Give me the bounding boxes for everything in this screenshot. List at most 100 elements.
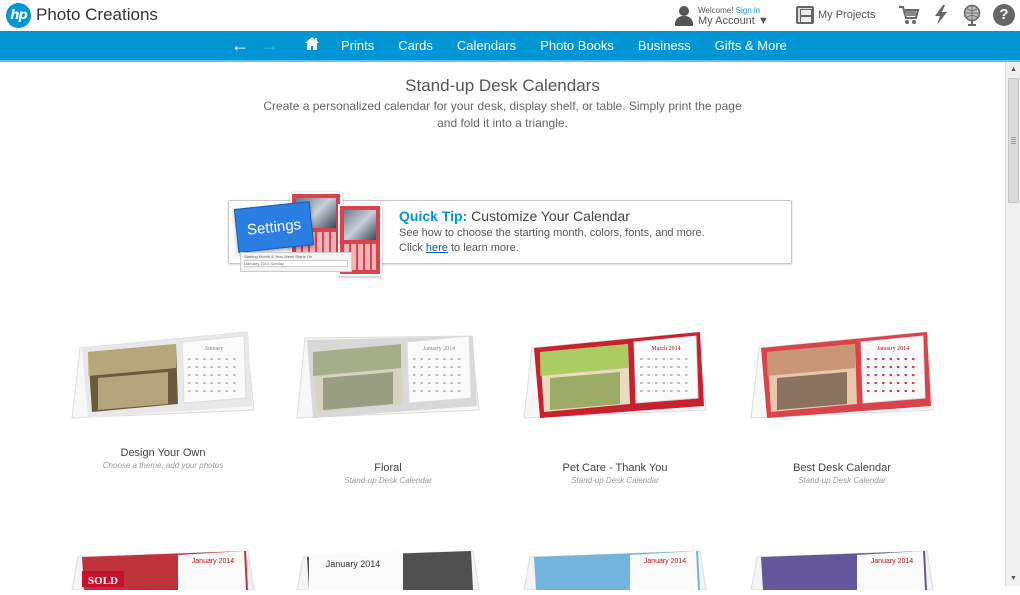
cart-icon[interactable] <box>898 4 920 26</box>
calendar-day <box>210 374 213 376</box>
product-name[interactable]: Pet Care - Thank You <box>510 462 720 474</box>
product-image[interactable]: March 2014 <box>520 318 710 428</box>
calendar-day <box>670 358 673 360</box>
product-image[interactable]: January 2014 <box>293 545 483 591</box>
calendar-month-label: January 2014 <box>192 558 235 565</box>
scroll-up-arrow-icon[interactable]: ▲ <box>1006 62 1020 77</box>
calendar-day <box>435 374 438 376</box>
calendar-day <box>662 366 665 368</box>
globe-icon[interactable] <box>961 4 983 26</box>
product-card[interactable]: January 2014 SOLD <box>68 545 278 595</box>
calendar-day <box>897 374 900 376</box>
calendar-day <box>225 382 228 384</box>
calendar-day <box>233 390 236 392</box>
calendar-day <box>443 374 446 376</box>
main-nav: ← → Prints Cards Calendars Photo Books B… <box>0 31 1020 62</box>
scroll-down-arrow-icon[interactable]: ▼ <box>1006 571 1020 586</box>
nav-calendars[interactable]: Calendars <box>445 38 528 53</box>
nav-cards[interactable]: Cards <box>386 38 445 53</box>
person-icon <box>674 5 694 27</box>
settings-badge: Settings <box>233 201 315 253</box>
product-subtitle: Choose a theme, add your photos <box>102 461 224 470</box>
product-name[interactable]: Design Your Own <box>58 447 268 459</box>
calendar-day <box>210 366 213 368</box>
calendar-day <box>458 358 461 360</box>
calendar-day <box>210 390 213 392</box>
calendar-day <box>458 366 461 368</box>
product-name[interactable]: Best Desk Calendar <box>737 462 947 474</box>
nav-prints[interactable]: Prints <box>329 38 386 53</box>
calendar-day <box>640 358 643 360</box>
calendar-day <box>647 366 650 368</box>
vertical-scrollbar[interactable]: ▲ ▼ <box>1005 62 1020 586</box>
account-menu[interactable]: Welcome! Sign in My Account ▼ <box>674 3 769 29</box>
calendar-day <box>218 382 221 384</box>
calendar-day <box>450 374 453 376</box>
calendar-day <box>889 358 892 360</box>
calendar-day <box>203 358 206 360</box>
here-link[interactable]: here <box>426 242 448 254</box>
calendar-day <box>413 390 416 392</box>
scroll-thumb[interactable] <box>1008 78 1019 203</box>
calendar-day <box>912 374 915 376</box>
svg-text:March 2014: March 2014 <box>651 346 680 352</box>
product-card[interactable]: January 2014 <box>520 545 730 595</box>
sold-badge: SOLD <box>88 575 118 587</box>
calendar-day <box>685 374 688 376</box>
product-image[interactable]: January 2014 <box>747 545 937 591</box>
product-image[interactable]: January 2014 SOLD <box>68 545 258 591</box>
back-arrow-icon[interactable]: ← <box>225 35 255 56</box>
product-card[interactable]: January 2014 <box>747 545 957 595</box>
calendar-day <box>443 366 446 368</box>
nav-photo-books[interactable]: Photo Books <box>528 38 626 53</box>
calendar-day <box>670 390 673 392</box>
settings-form-image: Starting Month & Year Week Starts On Jan… <box>240 252 352 272</box>
sign-in-link[interactable]: Sign in <box>736 6 760 15</box>
calendar-day <box>685 382 688 384</box>
home-icon[interactable] <box>295 36 329 55</box>
calendar-day <box>450 358 453 360</box>
calendar-day <box>912 358 915 360</box>
calendar-day <box>210 358 213 360</box>
calendar-day <box>450 390 453 392</box>
calendar-day <box>420 358 423 360</box>
product-image[interactable]: January 2014 <box>747 318 937 428</box>
help-icon[interactable]: ? <box>993 4 1015 26</box>
product-subtitle: Stand-up Desk Calendar <box>798 476 886 485</box>
forward-arrow-icon[interactable]: → <box>255 35 285 56</box>
calendar-day <box>443 358 446 360</box>
calendar-day <box>897 390 900 392</box>
calendar-day <box>420 366 423 368</box>
hp-logo[interactable]: hp <box>6 3 31 28</box>
calendar-day <box>889 382 892 384</box>
calendar-day <box>188 390 191 392</box>
calendar-day <box>897 366 900 368</box>
product-image[interactable]: January 2014 <box>520 545 710 591</box>
nav-business[interactable]: Business <box>626 38 703 53</box>
tip-title: Quick Tip: Customize Your Calendar <box>399 208 630 224</box>
calendar-day <box>435 390 438 392</box>
brand-name[interactable]: Photo Creations <box>36 5 158 25</box>
calendar-day <box>458 390 461 392</box>
calendar-day <box>912 390 915 392</box>
calendar-day <box>647 358 650 360</box>
product-image[interactable]: January <box>68 318 258 428</box>
calendar-day <box>195 358 198 360</box>
my-account-dropdown[interactable]: My Account ▼ <box>698 16 769 27</box>
calendar-day <box>428 374 431 376</box>
calendar-day <box>867 374 870 376</box>
product-image[interactable]: January 2014 <box>293 318 483 428</box>
calendar-day <box>413 366 416 368</box>
my-projects-button[interactable]: My Projects <box>796 6 875 24</box>
calendar-day <box>912 366 915 368</box>
product-name[interactable]: Floral <box>283 462 493 474</box>
product-card[interactable]: January 2014 <box>293 545 503 595</box>
calendar-day <box>195 382 198 384</box>
calendar-day <box>413 374 416 376</box>
calendar-day <box>210 382 213 384</box>
nav-gifts-more[interactable]: Gifts & More <box>703 38 799 53</box>
lightning-icon[interactable] <box>930 4 952 26</box>
calendar-day <box>450 366 453 368</box>
calendar-day <box>188 382 191 384</box>
calendar-day <box>435 366 438 368</box>
